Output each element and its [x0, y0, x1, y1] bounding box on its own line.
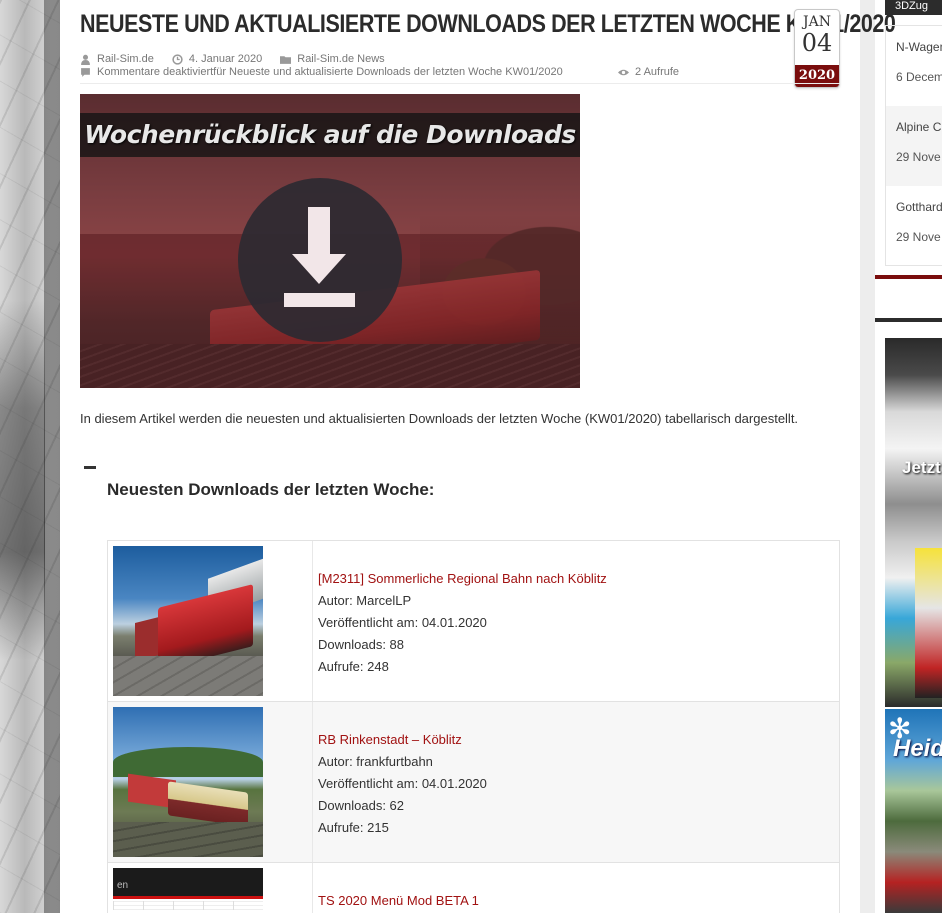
sidebar-post-date: 6 Decem: [896, 70, 942, 84]
sidebar-divider: [875, 318, 942, 322]
section-dash: [84, 466, 96, 469]
date-badge: JAN 04 2020: [794, 9, 840, 88]
ad-banner-text: Jetzt: [902, 458, 941, 477]
sidebar-ad-banner[interactable]: ✻ Heid: [885, 709, 942, 913]
sidebar-post-list: N-Wagen 6 Decem Alpine C 29 Nove Gotthar…: [885, 25, 942, 266]
section-heading: Neuesten Downloads der letzten Woche:: [107, 480, 435, 499]
meta-row-1: Rail-Sim.de 4. Januar 2020 Rail-Sim.de N…: [80, 53, 800, 65]
sidebar-post-item[interactable]: Alpine C 29 Nove: [886, 106, 942, 186]
meta-row-2: Kommentare deaktiviertfür Neueste und ak…: [80, 66, 800, 78]
user-icon: [81, 54, 90, 65]
clock-icon: [172, 53, 183, 65]
table-row: RB Rinkenstadt – Köblitz Autor: frankfur…: [108, 702, 839, 863]
sidebar-post-item[interactable]: Gotthard 29 Nove: [886, 186, 942, 265]
comment-icon: [81, 67, 90, 77]
download-views: Aufrufe: 215: [318, 820, 389, 835]
download-author: Autor: MarcelLP: [318, 593, 412, 608]
meta-category[interactable]: Rail-Sim.de News: [280, 53, 385, 65]
download-count: Downloads: 62: [318, 798, 404, 813]
post-date: 4. Januar 2020: [188, 53, 263, 65]
sidebar-post-date: 29 Nove: [896, 150, 941, 164]
sidebar-tab-3dzug[interactable]: 3DZug: [885, 0, 942, 15]
download-thumbnail[interactable]: [113, 707, 263, 857]
download-title-link[interactable]: RB Rinkenstadt – Köblitz: [318, 732, 462, 747]
download-published: Veröffentlicht am: 04.01.2020: [318, 776, 487, 791]
meta-author[interactable]: Rail-Sim.de: [80, 53, 154, 65]
download-thumbnail[interactable]: [113, 546, 263, 696]
sidebar-ad-banner[interactable]: Jetzt: [885, 338, 942, 707]
download-author: Autor: frankfurtbahn: [318, 754, 433, 769]
table-row: [M2311] Sommerliche Regional Bahn nach K…: [108, 541, 839, 702]
download-views: Aufrufe: 248: [318, 659, 389, 674]
sidebar-divider: [875, 275, 942, 279]
sidebar-post-title[interactable]: Gotthard: [896, 200, 942, 214]
comments-status: Kommentare deaktiviertfür Neueste und ak…: [97, 66, 563, 78]
date-day: 04: [801, 29, 833, 57]
meta-comments: Kommentare deaktiviertfür Neueste und ak…: [80, 66, 600, 78]
download-title-link[interactable]: [M2311] Sommerliche Regional Bahn nach K…: [318, 571, 607, 586]
download-published: Veröffentlicht am: 04.01.2020: [318, 615, 487, 630]
content-gutter: [860, 0, 875, 913]
meta-views: 2 Aufrufe: [618, 66, 679, 78]
thumbnail-menu-text: en: [117, 880, 129, 891]
downloads-table: [M2311] Sommerliche Regional Bahn nach K…: [107, 540, 840, 913]
view-count: 2 Aufrufe: [635, 66, 680, 78]
download-title-link[interactable]: TS 2020 Menü Mod BETA 1: [318, 893, 479, 908]
meta-divider: [80, 83, 840, 84]
hero-banner-text: Wochenrückblick auf die Downloads: [84, 120, 576, 149]
tram-illustration: [915, 548, 942, 698]
table-row: en TS 2020 Menü Mod BETA 1: [108, 863, 839, 913]
author-link[interactable]: Rail-Sim.de: [97, 53, 154, 65]
sidebar-post-title[interactable]: N-Wagen: [896, 40, 942, 54]
hero-image: Wochenrückblick auf die Downloads: [80, 94, 580, 388]
eye-icon: [618, 69, 629, 75]
folder-icon: [280, 55, 292, 64]
sidebar-post-date: 29 Nove: [896, 230, 941, 244]
sidebar-post-title[interactable]: Alpine C: [896, 120, 941, 134]
article-title[interactable]: Neueste und aktualisierte Downloads der …: [80, 10, 896, 39]
sidebar-post-item[interactable]: N-Wagen 6 Decem: [886, 26, 942, 106]
download-thumbnail[interactable]: en: [113, 868, 263, 910]
meta-date: 4. Januar 2020: [172, 53, 262, 65]
download-count: Downloads: 88: [318, 637, 404, 652]
intro-text: In diesem Artikel werden die neuesten un…: [80, 411, 799, 426]
date-month: JAN: [803, 14, 831, 30]
ad-banner-text: Heid: [893, 735, 942, 762]
category-link[interactable]: Rail-Sim.de News: [297, 53, 384, 65]
